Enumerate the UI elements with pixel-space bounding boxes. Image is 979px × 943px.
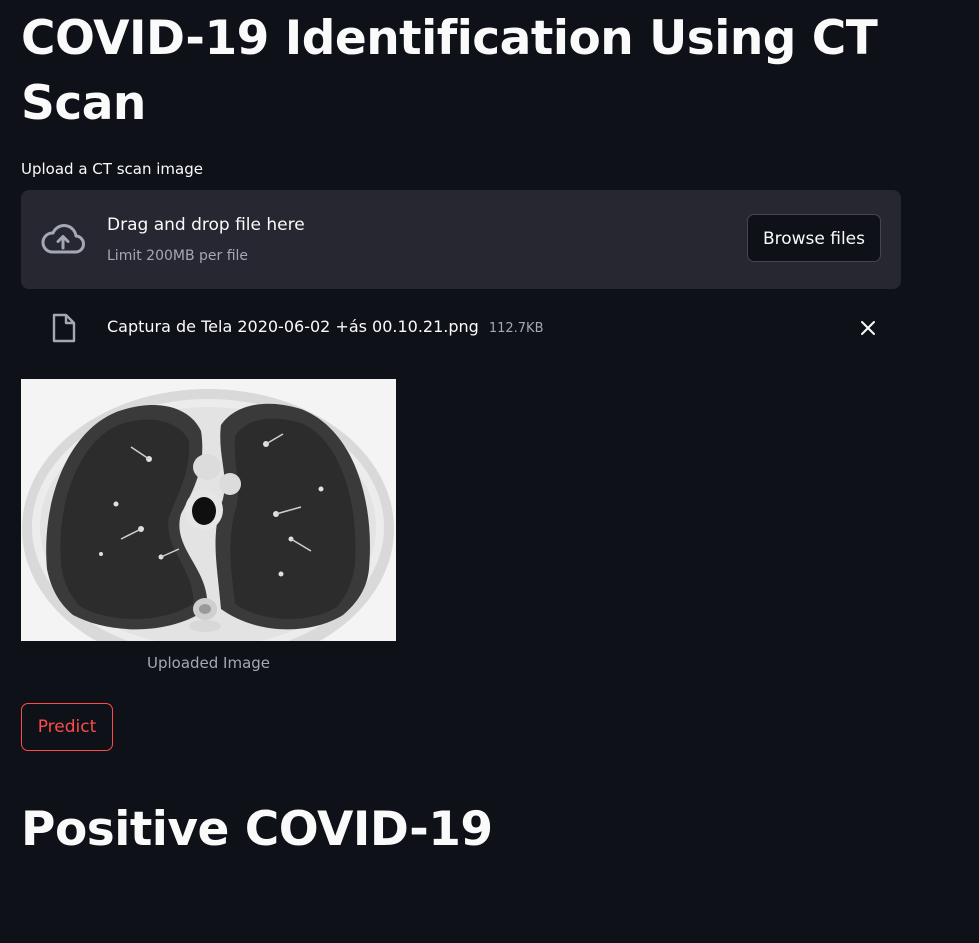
file-name: Captura de Tela 2020-06-02 +ás 00.10.21.… xyxy=(107,317,479,336)
predict-button[interactable]: Predict xyxy=(21,703,113,751)
uploader-label: Upload a CT scan image xyxy=(21,160,203,178)
main-container: COVID-19 Identification Using CT Scan Up… xyxy=(0,0,979,943)
file-icon xyxy=(52,313,76,343)
close-icon[interactable] xyxy=(859,319,877,337)
uploaded-file-row: Captura de Tela 2020-06-02 +ás 00.10.21.… xyxy=(21,308,901,348)
file-size: 112.7KB xyxy=(488,321,544,336)
image-caption: Uploaded Image xyxy=(146,654,271,672)
page-title: COVID-19 Identification Using CT Scan xyxy=(21,11,878,131)
file-dropzone[interactable]: Drag and drop file here Limit 200MB per … xyxy=(21,190,901,289)
cloud-upload-icon xyxy=(41,224,85,254)
ct-scan-image xyxy=(21,379,396,641)
browse-files-button[interactable]: Browse files xyxy=(746,214,881,262)
prediction-result: Positive COVID-19 xyxy=(21,802,493,857)
dropzone-title: Drag and drop file here xyxy=(107,215,305,235)
file-name-text: Captura de Tela 2020-06-02 +ás 00.10.21.… xyxy=(107,317,544,336)
dropzone-limit: Limit 200MB per file xyxy=(107,248,249,264)
